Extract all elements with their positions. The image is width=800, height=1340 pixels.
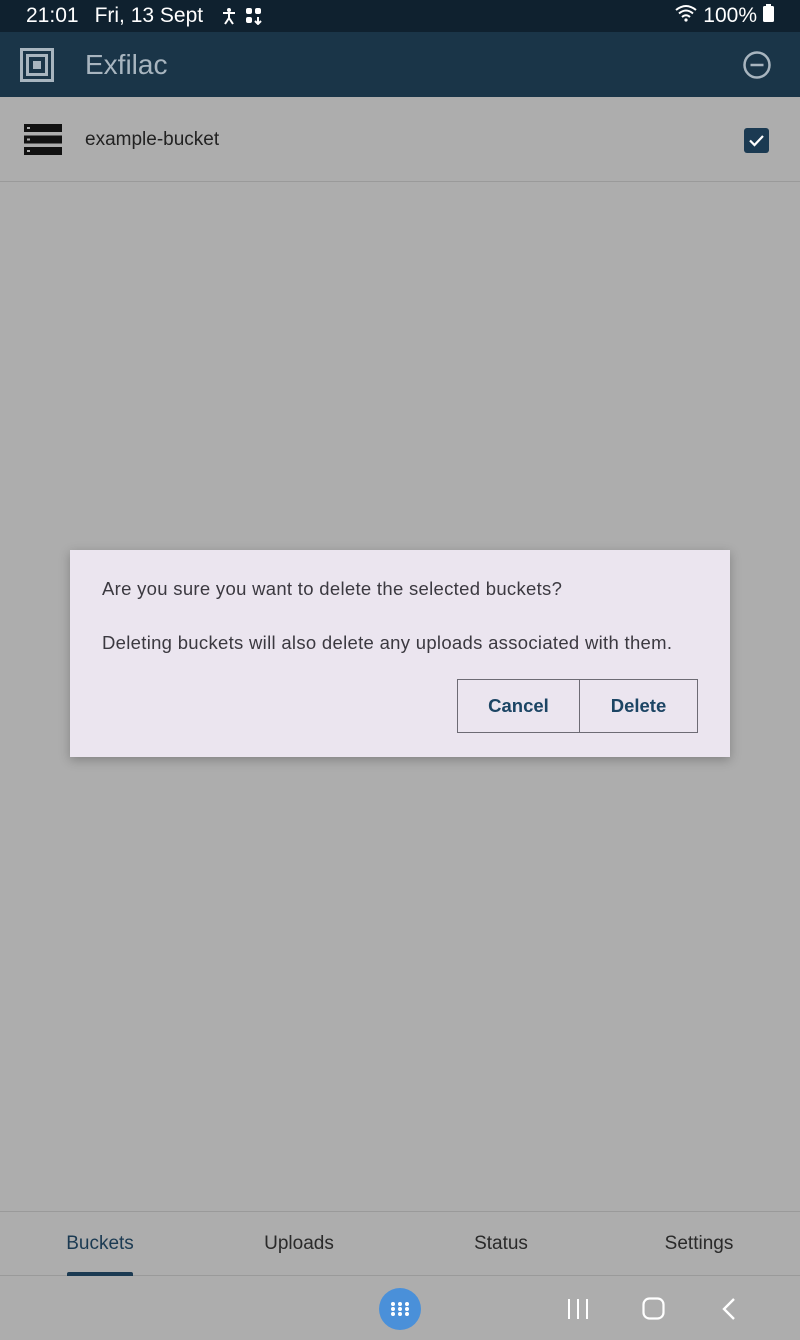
bucket-checkbox[interactable] [744, 128, 769, 153]
bucket-stack-icon [24, 124, 62, 155]
wifi-icon [675, 4, 697, 28]
dialog-message: Deleting buckets will also delete any up… [102, 632, 673, 653]
multi-window-icon [245, 7, 263, 25]
bucket-name: example-bucket [85, 129, 220, 150]
delete-button[interactable]: Delete [579, 679, 698, 733]
remove-circle-icon[interactable] [742, 50, 772, 80]
tab-buckets[interactable]: Buckets [50, 1212, 150, 1276]
cancel-button[interactable]: Cancel [457, 679, 580, 733]
bottom-tab-bar: Buckets Uploads Status Settings [0, 1211, 800, 1276]
tab-status[interactable]: Status [451, 1212, 551, 1276]
app-logo-icon [20, 48, 54, 82]
app-bar: Exfilac [0, 32, 800, 97]
tab-settings[interactable]: Settings [649, 1212, 749, 1276]
app-title: Exfilac [85, 49, 168, 80]
back-icon[interactable] [721, 1297, 737, 1321]
home-icon[interactable] [642, 1297, 665, 1320]
status-bar: 21:01 Fri, 13 Sept 100% [0, 0, 800, 32]
battery-icon [763, 4, 774, 28]
dialog-question: Are you sure you want to delete the sele… [102, 578, 563, 599]
battery-text: 100% [703, 4, 757, 27]
delete-confirm-dialog: Are you sure you want to delete the sele… [70, 550, 730, 757]
recent-apps-icon[interactable] [566, 1298, 590, 1320]
tab-uploads[interactable]: Uploads [249, 1212, 349, 1276]
system-nav-bar [0, 1276, 800, 1340]
apps-grid-icon[interactable] [379, 1288, 421, 1330]
status-date: Fri, 13 Sept [94, 4, 204, 27]
status-time: 21:01 [26, 4, 79, 27]
accessibility-icon [221, 7, 237, 25]
list-item[interactable]: example-bucket [0, 97, 800, 182]
